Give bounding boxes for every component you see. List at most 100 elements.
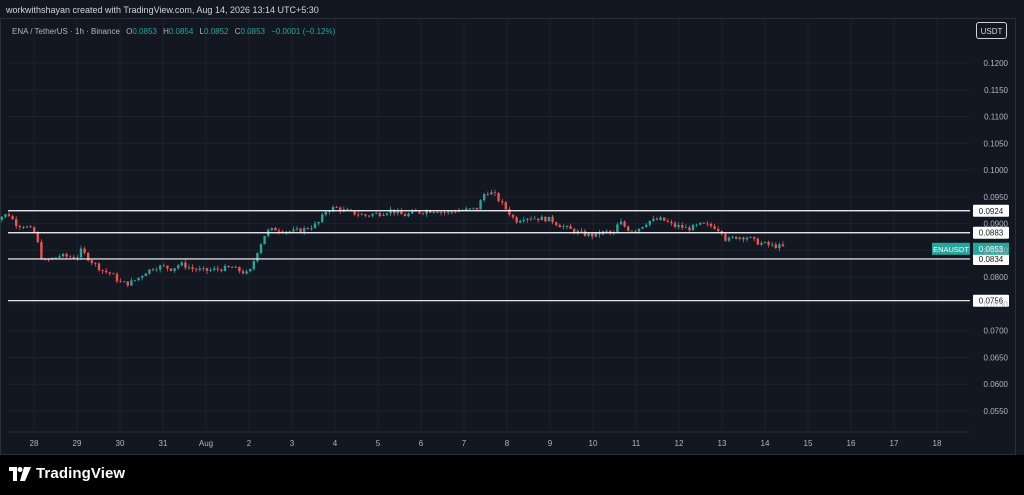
price-tick-label: 0.0600: [984, 380, 1009, 389]
candle-body: [313, 223, 317, 228]
candle-body: [180, 262, 183, 266]
candle-body: [742, 237, 745, 240]
candle-body: [681, 225, 684, 228]
candle-body: [591, 233, 594, 237]
candle-body: [216, 268, 219, 270]
candle-body: [371, 213, 374, 216]
time-tick-label: 13: [718, 439, 727, 448]
candle-body: [623, 221, 626, 227]
candle-body: [155, 269, 158, 271]
candle-body: [691, 224, 695, 231]
candle-body: [83, 248, 86, 253]
candle-body: [36, 232, 39, 243]
time-tick-label: 9: [548, 439, 553, 448]
candle-body: [630, 230, 633, 232]
candle-body: [15, 219, 18, 227]
candle-body: [454, 211, 457, 213]
grid-lines: [8, 19, 970, 430]
time-tick-label: 4: [333, 439, 338, 448]
candle-body: [191, 267, 194, 270]
candle-body: [702, 222, 705, 224]
candle-body: [148, 269, 151, 274]
candle-body: [79, 248, 83, 258]
candle-body: [227, 266, 230, 268]
candle-body: [515, 217, 518, 223]
candle-body: [760, 242, 763, 245]
candle-body: [529, 218, 533, 220]
candle-body: [616, 224, 619, 233]
symbol-name[interactable]: ENA / TetherUS · 1h · Binance: [12, 27, 120, 36]
candle-body: [695, 224, 698, 226]
candle-body: [187, 267, 191, 269]
candle-body: [490, 192, 493, 195]
candle-body: [771, 244, 774, 246]
candle-body: [508, 209, 511, 215]
candle-body: [360, 214, 363, 216]
time-tick-label: 17: [890, 439, 899, 448]
time-axis: 28 29 30 31 Aug 2 3 4 5 6 7 8 9 10 11 12 13 14 15 16 17 18: [8, 431, 970, 448]
price-tick-label: 0.1050: [984, 139, 1009, 148]
candle-body: [382, 214, 385, 216]
candle-body: [69, 256, 72, 258]
candle-body: [97, 263, 101, 270]
candle-body: [562, 226, 565, 228]
candle-body: [141, 276, 144, 278]
time-tick-label: 7: [462, 439, 467, 448]
level-price-label: 0.0834: [979, 255, 1004, 264]
tradingview-logo[interactable]: TradingView: [9, 465, 125, 482]
candle-body: [439, 212, 443, 213]
candle-body: [162, 265, 165, 267]
candle-body: [447, 211, 450, 213]
time-tick-label: 10: [589, 439, 598, 448]
brand-name: TradingView: [36, 465, 126, 482]
time-tick-label: 29: [73, 439, 82, 448]
candle-body: [40, 242, 43, 260]
candle-body: [259, 244, 263, 253]
candle-body: [479, 200, 482, 210]
candle-body: [295, 228, 299, 230]
price-tick-label: 0.0950: [984, 193, 1009, 202]
candle-body: [475, 207, 479, 210]
candle-body: [130, 280, 133, 286]
candle-body: [781, 244, 785, 247]
candle-body: [292, 229, 295, 232]
candle-body: [501, 201, 504, 203]
candle-body: [522, 219, 525, 221]
candle-body: [166, 265, 169, 269]
candle-body: [299, 228, 302, 232]
candle-body: [483, 194, 486, 201]
candle-body: [544, 216, 547, 222]
candle-body: [11, 216, 14, 220]
candle-body: [238, 266, 241, 272]
time-tick-label: 14: [761, 439, 770, 448]
price-chart-svg[interactable]: 0.09240.08830.08340.0756ENAUSDT 0.0853 0.…: [0, 0, 1024, 455]
candle-body: [493, 192, 497, 194]
candle-body: [663, 217, 666, 221]
candle-body: [641, 226, 644, 229]
candle-body: [717, 228, 720, 232]
time-tick-label: 12: [675, 439, 684, 448]
candle-body: [418, 211, 421, 214]
candle-body: [706, 223, 709, 225]
candle-body: [713, 226, 716, 229]
candle-body: [526, 218, 529, 220]
candle-body: [18, 226, 21, 228]
currency-button[interactable]: USDT: [976, 22, 1007, 39]
candle-body: [385, 213, 389, 215]
candle-body: [357, 214, 360, 216]
candle-body: [436, 211, 439, 213]
candle-body: [421, 213, 425, 215]
candle-body: [245, 271, 248, 274]
time-tick-label: 18: [933, 439, 942, 448]
candle-body: [634, 230, 637, 232]
price-tick-label: 0.1000: [984, 166, 1009, 175]
candle-body: [112, 273, 115, 275]
candle-body: [220, 269, 223, 271]
candle-body: [303, 228, 306, 232]
candle-body: [367, 215, 371, 217]
candle-body: [133, 280, 137, 281]
candle-body: [407, 213, 410, 217]
candle-body: [497, 193, 500, 202]
time-tick-label: 31: [159, 439, 168, 448]
candle-body: [605, 230, 608, 232]
